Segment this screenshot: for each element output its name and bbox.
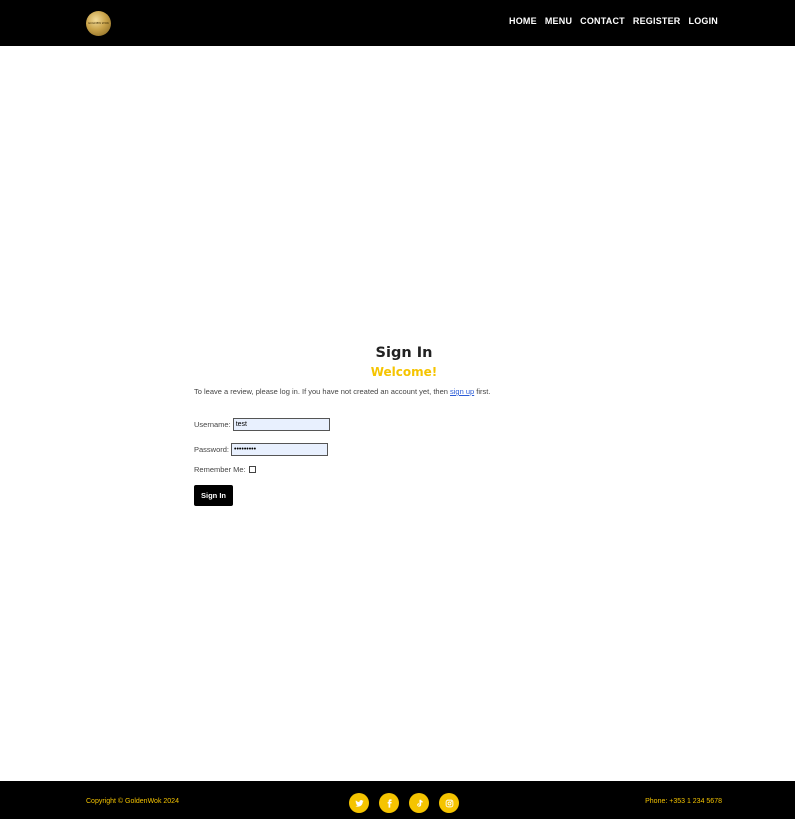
copyright-text: Copyright © GoldenWok 2024 [86, 798, 179, 805]
phone-text: Phone: +353 1 234 5678 [645, 798, 722, 805]
social-links [349, 793, 459, 813]
page-title: Sign In [375, 345, 433, 361]
signup-link[interactable]: sign up [450, 387, 474, 396]
tiktok-glyph [416, 799, 423, 807]
instagram-glyph [445, 799, 453, 807]
welcome-heading: Welcome! [370, 365, 438, 379]
signin-section: Sign In Welcome! To leave a review, plea… [194, 345, 614, 506]
nav-login-link[interactable]: LOGIN [689, 16, 719, 26]
password-input[interactable] [231, 443, 329, 456]
intro-text: To leave a review, please log in. If you… [194, 387, 614, 396]
signin-button[interactable]: Sign In [194, 485, 233, 506]
nav-contact-link[interactable]: CONTACT [580, 16, 625, 26]
username-label: Username: [194, 420, 231, 429]
nav-home-link[interactable]: HOME [509, 16, 537, 26]
remember-label: Remember Me: [194, 464, 246, 474]
password-label: Password: [194, 445, 230, 454]
facebook-glyph [387, 798, 392, 808]
tiktok-icon[interactable] [409, 793, 429, 813]
username-input[interactable] [232, 418, 330, 431]
password-row: Password: [194, 441, 614, 458]
nav-links: HOME MENU CONTACT REGISTER LOGIN [509, 16, 718, 26]
logo-text: GOLDEN WOK [87, 21, 110, 25]
facebook-icon[interactable] [379, 793, 399, 813]
remember-checkbox[interactable] [248, 465, 256, 473]
twitter-glyph [354, 799, 364, 807]
remember-row: Remember Me: [194, 463, 614, 475]
instagram-icon[interactable] [439, 793, 459, 813]
navbar: GOLDEN WOK HOME MENU CONTACT REGISTER LO… [0, 0, 795, 46]
nav-register-link[interactable]: REGISTER [633, 16, 681, 26]
username-row: Username: [194, 416, 614, 433]
intro-text-after: first. [474, 387, 491, 396]
goldenwok-logo[interactable]: GOLDEN WOK [86, 11, 111, 36]
nav-menu-link[interactable]: MENU [545, 16, 572, 26]
intro-text-before: To leave a review, please log in. If you… [194, 387, 450, 396]
footer: Copyright © GoldenWok 2024 Phone: +353 1… [0, 781, 795, 819]
twitter-icon[interactable] [349, 793, 369, 813]
